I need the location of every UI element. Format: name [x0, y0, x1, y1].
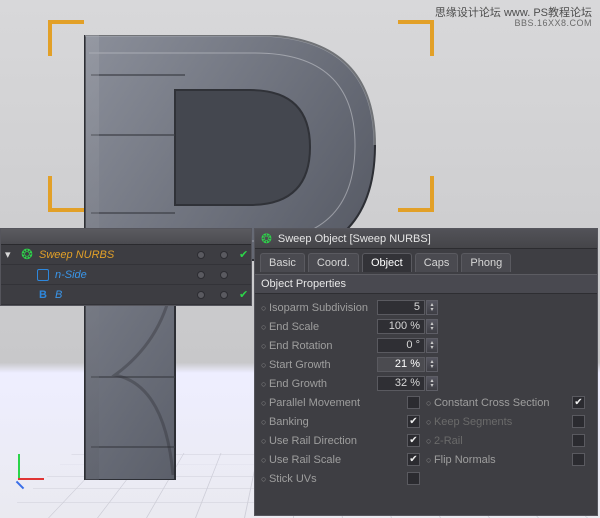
sweep-nurbs-icon: ❂	[19, 248, 35, 262]
prop-end-scale: End Scale 100 %	[261, 317, 591, 336]
selection-frame-corner	[48, 176, 84, 212]
section-header: Object Properties	[255, 274, 597, 294]
number-input[interactable]: 32 %	[377, 376, 425, 391]
check-flip-normals: Flip Normals	[426, 450, 591, 469]
attribute-manager-panel[interactable]: ❂ Sweep Object [Sweep NURBS] Basic Coord…	[254, 228, 598, 516]
checkbox[interactable]	[572, 453, 585, 466]
selection-frame-corner	[48, 20, 84, 56]
spinner[interactable]	[426, 376, 438, 391]
check-keep-segments: Keep Segments	[426, 412, 591, 431]
prop-isoparm-subdivision: Isoparm Subdivision 5	[261, 298, 591, 317]
expand-toggle[interactable]: ▾	[5, 248, 15, 261]
object-label: Sweep NURBS	[39, 249, 189, 261]
layer-dots[interactable]	[189, 251, 235, 259]
checkbox[interactable]	[572, 434, 585, 447]
spline-icon: B	[35, 288, 51, 302]
checkbox[interactable]	[407, 415, 420, 428]
tab-object[interactable]: Object	[362, 253, 412, 272]
selection-frame-corner	[398, 176, 434, 212]
layer-dots[interactable]	[189, 291, 235, 299]
check-parallel-movement: Parallel Movement	[261, 393, 426, 412]
nside-icon	[35, 268, 51, 282]
check-use-rail-direction: Use Rail Direction	[261, 431, 426, 450]
check-stick-uvs: Stick UVs	[261, 469, 426, 488]
hierarchy-item-b[interactable]: B B ✔	[1, 285, 251, 305]
tab-phong[interactable]: Phong	[461, 253, 511, 272]
attribute-tabs: Basic Coord. Object Caps Phong	[255, 249, 597, 272]
number-input[interactable]: 100 %	[377, 319, 425, 334]
spinner[interactable]	[426, 338, 438, 353]
enable-checkmark-icon[interactable]: ✔	[239, 288, 251, 301]
axis-z	[16, 481, 24, 489]
panel-header	[1, 229, 251, 245]
prop-end-rotation: End Rotation 0 °	[261, 336, 591, 355]
check-2-rail: 2-Rail	[426, 431, 591, 450]
checkbox[interactable]	[407, 396, 420, 409]
checkbox[interactable]	[572, 415, 585, 428]
check-constant-cross-section: Constant Cross Section	[426, 393, 591, 412]
number-input[interactable]: 0 °	[377, 338, 425, 353]
checkbox[interactable]	[407, 453, 420, 466]
object-properties: Isoparm Subdivision 5 End Scale 100 % En…	[255, 294, 597, 494]
tab-caps[interactable]: Caps	[415, 253, 459, 272]
spinner[interactable]	[426, 300, 438, 315]
tab-coord[interactable]: Coord.	[308, 253, 359, 272]
selection-frame-corner	[398, 20, 434, 56]
prop-end-growth: End Growth 32 %	[261, 374, 591, 393]
number-input[interactable]: 5	[377, 300, 425, 315]
prop-start-growth: Start Growth 21 %	[261, 355, 591, 374]
object-manager-panel[interactable]: ▾ ❂ Sweep NURBS ✔ n-Side B B ✔	[0, 228, 252, 306]
attribute-title: ❂ Sweep Object [Sweep NURBS]	[255, 229, 597, 249]
layer-dots[interactable]	[189, 271, 235, 279]
object-label: B	[55, 289, 189, 301]
check-banking: Banking	[261, 412, 426, 431]
axis-x	[18, 478, 44, 480]
axis-y	[18, 454, 20, 480]
checkbox[interactable]	[407, 434, 420, 447]
sweep-nurbs-icon: ❂	[261, 231, 272, 247]
enable-checkmark-icon[interactable]: ✔	[239, 248, 251, 261]
check-use-rail-scale: Use Rail Scale	[261, 450, 426, 469]
hierarchy-item-sweep-nurbs[interactable]: ▾ ❂ Sweep NURBS ✔	[1, 245, 251, 265]
checkbox[interactable]	[572, 396, 585, 409]
tab-basic[interactable]: Basic	[260, 253, 305, 272]
object-label: n-Side	[55, 269, 189, 281]
spinner[interactable]	[426, 319, 438, 334]
attribute-title-text: Sweep Object [Sweep NURBS]	[278, 233, 431, 245]
checkbox[interactable]	[407, 472, 420, 485]
spinner[interactable]	[426, 357, 438, 372]
axis-gizmo[interactable]	[8, 444, 52, 488]
watermark-sub: BBS.16XX8.COM	[514, 18, 592, 28]
number-input[interactable]: 21 %	[377, 357, 425, 372]
hierarchy-item-n-side[interactable]: n-Side	[1, 265, 251, 285]
